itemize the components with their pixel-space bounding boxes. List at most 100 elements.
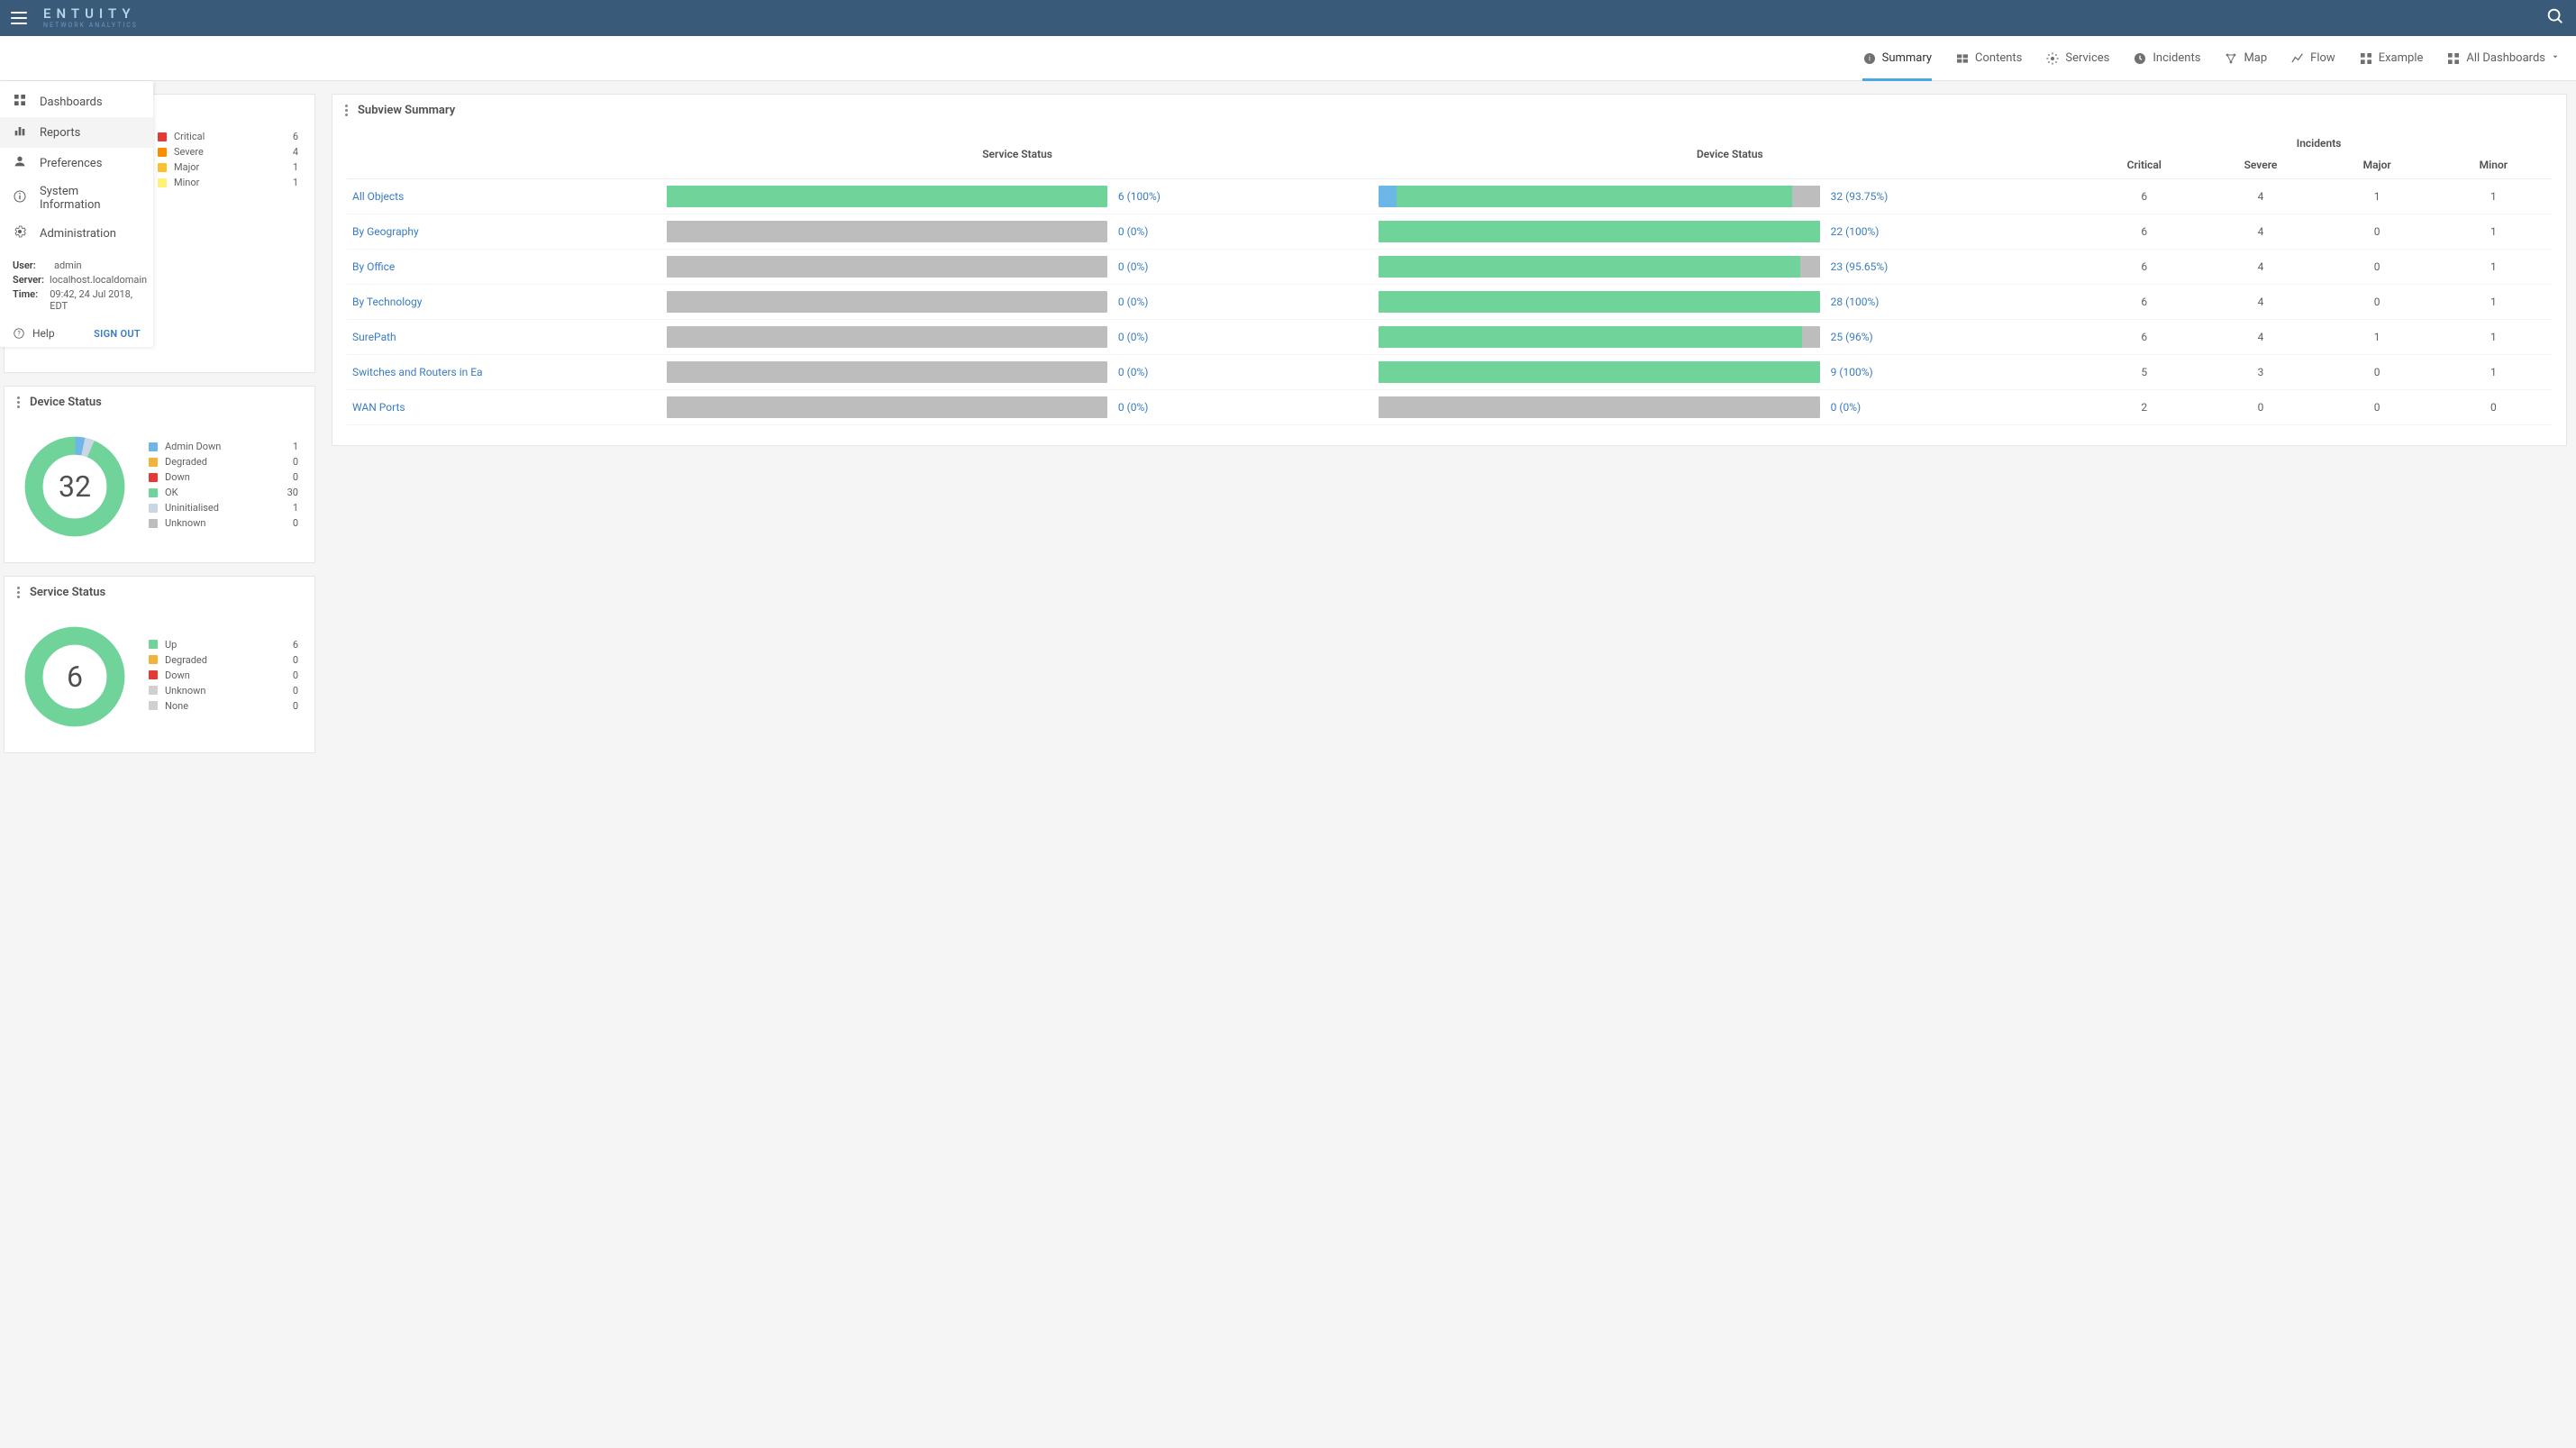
legend-label: Up [165, 639, 273, 651]
legend-swatch [149, 701, 158, 710]
cell-minor: 1 [2435, 355, 2552, 390]
nav-item-dashboards[interactable]: Dashboards [0, 87, 153, 117]
cell-severe: 4 [2202, 285, 2318, 320]
nav-item-label: System Information [40, 185, 141, 212]
card-drag-handle[interactable] [17, 396, 21, 408]
tab-summary[interactable]: iSummary [1862, 36, 1932, 80]
cell-major: 0 [2319, 355, 2435, 390]
table-row: SurePath0 (0%)25 (96%)6411 [347, 320, 2552, 355]
legend-swatch [149, 655, 158, 664]
subview-summary-card: Subview Summary Service Status Device St… [332, 94, 2567, 446]
hamburger-menu-button[interactable] [11, 12, 27, 24]
legend-row: Down0 [149, 669, 298, 681]
help-link[interactable]: ? Help [13, 327, 55, 340]
cell-major: 0 [2319, 250, 2435, 285]
row-name-link[interactable]: By Office [347, 250, 661, 285]
tab-incidents[interactable]: Incidents [2133, 36, 2200, 80]
service-bar [661, 250, 1113, 285]
service-bar [661, 285, 1113, 320]
card-drag-handle[interactable] [345, 105, 349, 116]
nav-item-administration[interactable]: Administration [0, 218, 153, 249]
legend-value: 4 [280, 146, 298, 158]
row-name-link[interactable]: By Geography [347, 214, 661, 250]
col-incidents-group: Incidents [2086, 130, 2552, 151]
cell-major: 0 [2319, 214, 2435, 250]
legend-label: Degraded [165, 654, 273, 666]
nav-item-label: Administration [40, 227, 116, 241]
device-bar [1373, 320, 1825, 355]
cell-critical: 6 [2086, 214, 2202, 250]
meta-user-value: admin [54, 260, 82, 271]
device-value: 32 (93.75%) [1825, 179, 2087, 214]
legend-row: Down0 [149, 471, 298, 483]
side-nav: Dashboards ReportsPreferences System Infor… [0, 81, 153, 347]
col-device-status: Device Status [1373, 130, 2086, 179]
legend-label: Degraded [165, 456, 273, 468]
search-button[interactable] [2545, 6, 2565, 30]
cell-major: 1 [2319, 179, 2435, 214]
tab-label: Map [2244, 51, 2267, 65]
legend-label: Unknown [165, 517, 273, 529]
topbar: ENTUITY NETWORK ANALYTICS [0, 0, 2576, 36]
cell-critical: 5 [2086, 355, 2202, 390]
tab-services[interactable]: Services [2045, 36, 2109, 80]
cell-critical: 6 [2086, 250, 2202, 285]
tab-label: All Dashboards [2466, 51, 2545, 65]
legend-swatch [149, 442, 158, 451]
tab-contents[interactable]: Contents [1955, 36, 2022, 80]
legend-label: Unknown [165, 685, 273, 697]
signout-link[interactable]: SIGN OUT [94, 328, 141, 340]
cell-severe: 4 [2202, 214, 2318, 250]
meta-user-label: User: [13, 260, 49, 271]
cell-major: 0 [2319, 390, 2435, 425]
nav-item-system-information[interactable]: System Information [0, 178, 153, 218]
legend-label: Down [165, 669, 273, 681]
tab-all-dashboards[interactable]: All Dashboards [2446, 36, 2560, 80]
tab-map[interactable]: Map [2224, 36, 2267, 80]
service-card-title: Service Status [30, 586, 105, 599]
tab-label: Services [2065, 51, 2109, 65]
nav-item-reports[interactable]: Reports [0, 117, 153, 148]
legend-row: Unknown0 [149, 685, 298, 697]
device-value: 28 (100%) [1825, 285, 2087, 320]
legend-row: Severe4 [158, 146, 298, 158]
legend-swatch [149, 670, 158, 679]
tabs-row: iSummary Contents Services Incidents Map Flow… [0, 36, 2576, 81]
cell-severe: 4 [2202, 250, 2318, 285]
row-name-link[interactable]: By Technology [347, 285, 661, 320]
cell-major: 1 [2319, 320, 2435, 355]
nav-item-preferences[interactable]: Preferences [0, 148, 153, 178]
card-drag-handle[interactable] [17, 587, 21, 598]
service-bar [661, 320, 1113, 355]
row-name-link[interactable]: All Objects [347, 179, 661, 214]
nav-item-label: Dashboards [40, 96, 103, 109]
legend-label: Down [165, 471, 273, 483]
device-value: 22 (100%) [1825, 214, 2087, 250]
row-name-link[interactable]: Switches and Routers in Ea [347, 355, 661, 390]
legend-swatch [149, 519, 158, 528]
chevron-down-icon [2551, 51, 2560, 65]
legend-row: Uninitialised1 [149, 502, 298, 514]
tab-label: Contents [1975, 51, 2022, 65]
row-name-link[interactable]: WAN Ports [347, 390, 661, 425]
tab-example[interactable]: Example [2359, 36, 2424, 80]
service-bar [661, 390, 1113, 425]
device-bar [1373, 285, 1825, 320]
summary-card-title: Subview Summary [358, 104, 455, 117]
legend-row: OK30 [149, 487, 298, 498]
device-donut-chart: 32 [21, 433, 129, 541]
row-name-link[interactable]: SurePath [347, 320, 661, 355]
table-row: By Geography0 (0%)22 (100%)6401 [347, 214, 2552, 250]
device-bar [1373, 179, 1825, 214]
table-row: Switches and Routers in Ea0 (0%)9 (100%)… [347, 355, 2552, 390]
device-bar [1373, 355, 1825, 390]
tab-flow[interactable]: Flow [2290, 36, 2335, 80]
service-donut-chart: 6 [21, 623, 129, 731]
legend-value: 30 [280, 487, 298, 498]
legend-row: Unknown0 [149, 517, 298, 529]
tab-label: Example [2379, 51, 2424, 65]
cell-critical: 6 [2086, 179, 2202, 214]
col-service-status: Service Status [661, 130, 1374, 179]
brand-logo: ENTUITY NETWORK ANALYTICS [43, 7, 138, 29]
legend-swatch [158, 178, 167, 187]
